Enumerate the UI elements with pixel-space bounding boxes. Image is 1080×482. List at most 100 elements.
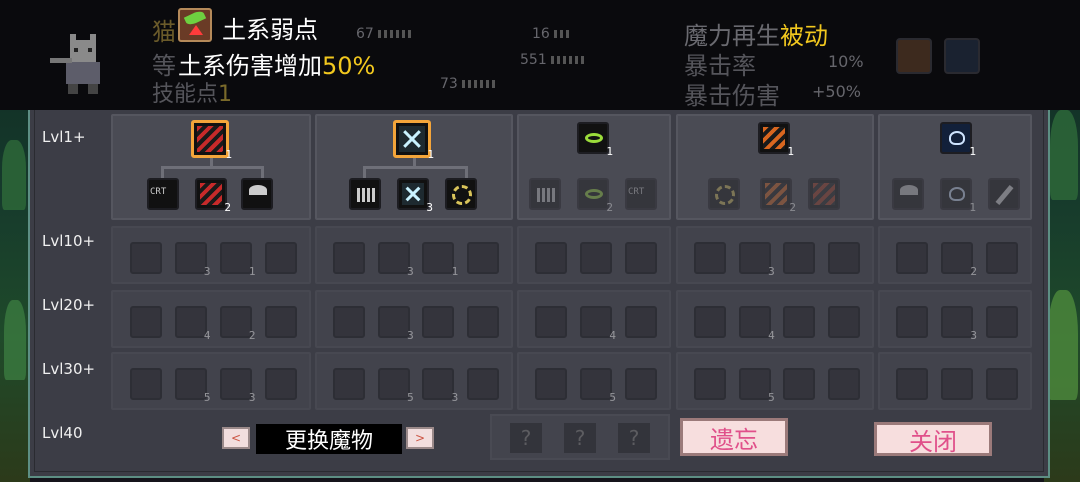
level-row-label: Lvl40 bbox=[42, 424, 83, 442]
locked-slot: ? bbox=[618, 423, 650, 453]
tooltip-title: 土系弱点 bbox=[222, 16, 318, 44]
locked-slot: ? bbox=[564, 423, 596, 453]
locked-skill-icon: 1 bbox=[219, 242, 256, 278]
skill-branch: 1 2 CRT bbox=[517, 114, 671, 220]
forget-button[interactable]: 遗忘 bbox=[680, 418, 788, 456]
swap-monster-button[interactable]: 更换魔物 bbox=[256, 424, 402, 454]
locked-skill-icon bbox=[896, 242, 929, 274]
cross-slash-icon[interactable]: 3 bbox=[397, 178, 433, 214]
claw-orange-icon[interactable]: 1 bbox=[758, 122, 794, 158]
locked-skill-icon bbox=[333, 368, 366, 400]
locked-skill-icon bbox=[264, 368, 297, 400]
prev-monster-button[interactable]: < bbox=[222, 427, 250, 449]
crit-icon[interactable]: CRT bbox=[147, 178, 179, 210]
locked-skill-icon bbox=[535, 242, 568, 274]
gear-target-icon[interactable] bbox=[445, 178, 477, 210]
locked-skill-icon bbox=[466, 368, 499, 400]
game-screen: 猫 等 技能点1 67 16 551 73 魔力再生被动 暴击率 10% 暴击伤… bbox=[0, 0, 1080, 482]
sword-bar-icon[interactable] bbox=[349, 178, 381, 210]
locked-skill-icon: 3 bbox=[377, 306, 414, 342]
skill-points-label: 技能点 bbox=[152, 82, 219, 107]
locked-skill-icon bbox=[264, 306, 297, 338]
locked-skill-icon bbox=[941, 368, 973, 400]
locked-skill-icon bbox=[624, 368, 657, 400]
locked-skill-icon: 3 bbox=[219, 368, 256, 404]
locked-skill-icon bbox=[535, 368, 568, 400]
locked-skill-slots: ? ? ? bbox=[490, 414, 670, 460]
locked-skill-icon bbox=[466, 306, 499, 338]
level-row-label: Lvl20+ bbox=[42, 296, 96, 314]
locked-skill-icon: 3 bbox=[422, 368, 458, 404]
locked-skill-icon bbox=[827, 306, 860, 338]
locked-skill-icon bbox=[783, 368, 816, 400]
stat-attack: 67 bbox=[356, 26, 414, 42]
close-button[interactable]: 关闭 bbox=[874, 422, 992, 456]
clock-icon[interactable] bbox=[708, 178, 740, 210]
mana-drop-icon bbox=[944, 38, 980, 74]
locked-skill-branch: 42 bbox=[111, 290, 311, 348]
locked-skill-icon bbox=[985, 306, 1018, 338]
locked-skill-icon bbox=[985, 368, 1018, 400]
locked-skill-icon: 5 bbox=[174, 368, 211, 404]
cross-slash-icon[interactable]: 1 bbox=[393, 120, 434, 161]
locked-skill-icon bbox=[422, 306, 455, 338]
monster-avatar bbox=[50, 34, 100, 94]
locked-skill-branch bbox=[878, 352, 1032, 410]
crit-damage-value: +50% bbox=[812, 82, 861, 101]
locked-skill-icon bbox=[264, 242, 297, 274]
locked-skill-branch: 5 bbox=[517, 352, 671, 410]
locked-skill-icon: 1 bbox=[422, 242, 458, 278]
locked-skill-icon bbox=[827, 368, 860, 400]
locked-skill-branch: 3 bbox=[676, 226, 874, 284]
locked-skill-icon: 4 bbox=[580, 306, 616, 342]
pen-icon[interactable] bbox=[988, 178, 1020, 210]
crit-damage-label: 暴击伤害 bbox=[684, 82, 780, 110]
crit-icon[interactable]: CRT bbox=[625, 178, 657, 210]
locked-skill-branch: 31 bbox=[111, 226, 311, 284]
locked-skill-branch: 31 bbox=[315, 226, 513, 284]
heart-bar-icon[interactable] bbox=[241, 178, 273, 210]
skill-branch: 1 CRT 2 bbox=[111, 114, 311, 220]
stat-hp-value: 551 bbox=[520, 52, 547, 68]
locked-skill-icon: 4 bbox=[738, 306, 775, 342]
locked-skill-icon bbox=[694, 306, 727, 338]
locked-skill-icon bbox=[129, 242, 162, 274]
heart-icon[interactable]: 1 bbox=[940, 122, 976, 158]
ring-icon[interactable]: 1 bbox=[577, 122, 613, 158]
level-row-label: Lvl10+ bbox=[42, 232, 96, 250]
level-row-label: Lvl1+ bbox=[42, 128, 86, 146]
monster-info-header: 猫 等 技能点1 67 16 551 73 魔力再生被动 暴击率 10% 暴击伤… bbox=[0, 0, 1080, 110]
locked-skill-branch: 2 bbox=[878, 226, 1032, 284]
tooltip-desc-prefix: 土系伤害增加 bbox=[178, 52, 322, 80]
stat-defense-value: 16 bbox=[532, 26, 550, 42]
locked-skill-icon: 2 bbox=[219, 306, 256, 342]
skill-branch: 1 2 bbox=[676, 114, 874, 220]
flame-icon[interactable] bbox=[808, 178, 840, 210]
locked-skill-icon: 5 bbox=[377, 368, 414, 404]
claw-red-icon[interactable]: 2 bbox=[195, 178, 231, 214]
locked-skill-icon bbox=[580, 242, 612, 274]
ring-icon[interactable]: 2 bbox=[577, 178, 613, 214]
heart-icon[interactable]: 1 bbox=[940, 178, 976, 214]
locked-skill-icon bbox=[985, 242, 1018, 274]
locked-skill-icon bbox=[783, 242, 816, 274]
locked-skill-branch: 3 bbox=[315, 290, 513, 348]
cloud-icon[interactable] bbox=[892, 178, 924, 210]
tooltip-description: 土系伤害增加50% bbox=[178, 46, 375, 81]
character-name: 猫 bbox=[152, 18, 176, 46]
earth-weakness-icon bbox=[178, 8, 212, 42]
locked-skill-branch: 4 bbox=[676, 290, 874, 348]
skill-branch: 1 1 bbox=[878, 114, 1032, 220]
ring-icon[interactable] bbox=[529, 178, 561, 210]
claw-red-icon[interactable]: 1 bbox=[191, 120, 232, 161]
locked-skill-icon: 3 bbox=[174, 242, 211, 278]
locked-skill-icon bbox=[466, 242, 499, 274]
claw-orange-icon[interactable]: 2 bbox=[760, 178, 796, 214]
locked-skill-branch: 53 bbox=[315, 352, 513, 410]
locked-skill-icon bbox=[333, 242, 366, 274]
locked-skill-icon bbox=[783, 306, 816, 338]
locked-skill-branch bbox=[517, 226, 671, 284]
locked-skill-icon bbox=[694, 368, 727, 400]
locked-skill-icon bbox=[896, 368, 929, 400]
next-monster-button[interactable]: > bbox=[406, 427, 434, 449]
